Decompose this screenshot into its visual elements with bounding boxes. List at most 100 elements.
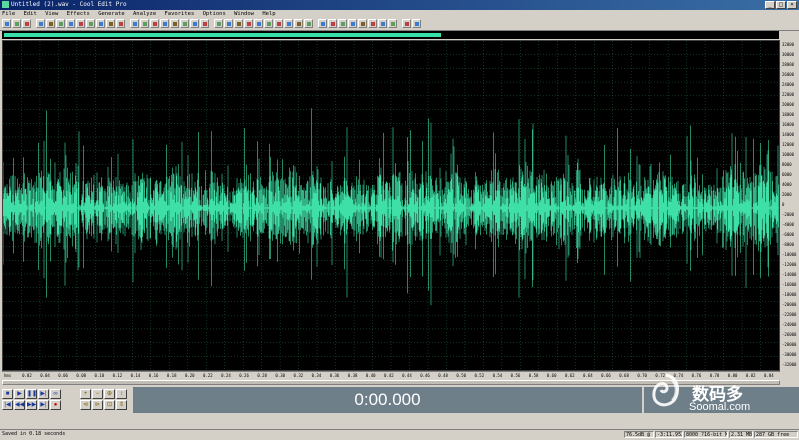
- amplitude-tick-label: -20000: [782, 302, 797, 307]
- toolbar-button-icon[interactable]: [160, 19, 169, 28]
- toolbar-button-icon[interactable]: [368, 19, 377, 28]
- toolbar-button-icon[interactable]: [214, 19, 223, 28]
- zoom-out-vertical-button[interactable]: ⇕: [116, 400, 127, 410]
- waveform-overview[interactable]: [2, 31, 779, 39]
- menu-effects[interactable]: Effects: [67, 11, 90, 17]
- menu-edit[interactable]: Edit: [24, 11, 37, 17]
- toolbar-button-icon[interactable]: [294, 19, 303, 28]
- toolbar-button-icon[interactable]: [304, 19, 313, 28]
- amplitude-tick-label: 26000: [782, 72, 795, 77]
- go-to-end-button[interactable]: ▶|: [38, 400, 49, 410]
- menu-window[interactable]: Window: [234, 11, 254, 17]
- toolbar-button-icon[interactable]: [402, 19, 411, 28]
- toolbar-button-icon[interactable]: [388, 19, 397, 28]
- time-tick-label: 0.52: [474, 373, 485, 378]
- amplitude-tick-label: -22000: [782, 312, 797, 317]
- toolbar-glyph-icon: [267, 22, 271, 26]
- toolbar-button-icon[interactable]: [224, 19, 233, 28]
- pause-button[interactable]: ❚❚: [26, 389, 37, 399]
- toolbar-button-icon[interactable]: [180, 19, 189, 28]
- menu-bar: File Edit View Effects Generate Analyze …: [0, 10, 799, 18]
- rewind-button[interactable]: ◀◀: [14, 400, 25, 410]
- menu-generate[interactable]: Generate: [98, 11, 125, 17]
- play-to-end-button[interactable]: ▶|: [38, 389, 49, 399]
- toolbar-button-icon[interactable]: [96, 19, 105, 28]
- toolbar-button-icon[interactable]: [86, 19, 95, 28]
- amplitude-tick-label: 14000: [782, 132, 795, 137]
- toolbar-button-icon[interactable]: [12, 19, 21, 28]
- toolbar-button-icon[interactable]: [2, 19, 11, 28]
- toolbar-button-icon[interactable]: [130, 19, 139, 28]
- toolbar-button-icon[interactable]: [254, 19, 263, 28]
- amplitude-tick-label: -16000: [782, 282, 797, 287]
- toolbar-button-icon[interactable]: [76, 19, 85, 28]
- toolbar-button-icon[interactable]: [140, 19, 149, 28]
- time-tick-label: 0.30: [275, 373, 286, 378]
- toolbar-button-icon[interactable]: [56, 19, 65, 28]
- toolbar-button-icon[interactable]: [200, 19, 209, 28]
- zoom-left-button[interactable]: ⊲: [80, 400, 91, 410]
- zoom-full-button[interactable]: ⊕: [104, 389, 115, 399]
- maximize-button[interactable]: □: [776, 1, 786, 9]
- toolbar-button-icon[interactable]: [36, 19, 45, 28]
- toolbar-button-icon[interactable]: [274, 19, 283, 28]
- stop-button[interactable]: ■: [2, 389, 13, 399]
- toolbar-button-icon[interactable]: [234, 19, 243, 28]
- zoom-right-button[interactable]: ⊳: [92, 400, 103, 410]
- toolbar-button-icon[interactable]: [378, 19, 387, 28]
- toolbar-glyph-icon: [79, 22, 83, 26]
- time-tick-label: 0.68: [619, 373, 629, 378]
- toolbar-button-icon[interactable]: [170, 19, 179, 28]
- record-button[interactable]: ●: [50, 400, 61, 410]
- watermark: 数码多 Soomal.com: [644, 373, 799, 413]
- minimize-button[interactable]: _: [765, 1, 775, 9]
- window-controls: _ □ ×: [765, 1, 797, 9]
- zoom-in-vertical-button[interactable]: ↕: [116, 389, 127, 399]
- overview-visible-range[interactable]: [4, 33, 441, 37]
- amplitude-tick-label: -12000: [782, 262, 797, 267]
- close-button[interactable]: ×: [787, 1, 797, 9]
- zoom-in-horizontal-button[interactable]: +: [80, 389, 91, 399]
- time-tick-label: 0.28: [257, 373, 267, 378]
- toolbar-button-icon[interactable]: [190, 19, 199, 28]
- toolbar-button-icon[interactable]: [412, 19, 421, 28]
- play-button[interactable]: ▶: [14, 389, 25, 399]
- menu-view[interactable]: View: [45, 11, 58, 17]
- toolbar-button-icon[interactable]: [66, 19, 75, 28]
- zoom-out-horizontal-button[interactable]: −: [92, 389, 103, 399]
- menu-options[interactable]: Options: [203, 11, 226, 17]
- zoom-selection-button[interactable]: ⊡: [104, 400, 115, 410]
- toolbar-button-icon[interactable]: [348, 19, 357, 28]
- menu-file[interactable]: File: [2, 11, 15, 17]
- toolbar-button-icon[interactable]: [244, 19, 253, 28]
- toolbar-button-icon[interactable]: [358, 19, 367, 28]
- loop-button[interactable]: ∞: [50, 389, 61, 399]
- toolbar-button-icon[interactable]: [338, 19, 347, 28]
- toolbar-button-icon[interactable]: [22, 19, 31, 28]
- toolbar-glyph-icon: [361, 22, 365, 26]
- amplitude-tick-label: 32000: [782, 42, 795, 47]
- fast-forward-button[interactable]: ▶▶: [26, 400, 37, 410]
- go-to-start-button[interactable]: |◀: [2, 400, 13, 410]
- menu-help[interactable]: Help: [262, 11, 275, 17]
- time-tick-label: 0.82: [745, 373, 756, 378]
- toolbar-button-icon[interactable]: [264, 19, 273, 28]
- menu-favorites[interactable]: Favorites: [165, 11, 195, 17]
- toolbar-button-icon[interactable]: [284, 19, 293, 28]
- toolbar-glyph-icon: [39, 22, 43, 26]
- toolbar-glyph-icon: [153, 22, 157, 26]
- toolbar-button-icon[interactable]: [150, 19, 159, 28]
- toolbar-button-icon[interactable]: [328, 19, 337, 28]
- menu-analyze[interactable]: Analyze: [133, 11, 156, 17]
- time-tick-label: 0.44: [402, 373, 412, 378]
- toolbar-button-icon[interactable]: [116, 19, 125, 28]
- waveform-canvas[interactable]: [3, 41, 779, 370]
- toolbar-button-icon[interactable]: [318, 19, 327, 28]
- toolbar-glyph-icon: [5, 22, 9, 26]
- toolbar-glyph-icon: [183, 22, 187, 26]
- time-tick-label: 0.66: [601, 373, 611, 378]
- toolbar-button-icon[interactable]: [46, 19, 55, 28]
- status-bar: Saved in 0.18 seconds 76.5dB @ -3:11.952…: [0, 429, 799, 440]
- waveform-display[interactable]: [2, 40, 780, 371]
- toolbar-button-icon[interactable]: [106, 19, 115, 28]
